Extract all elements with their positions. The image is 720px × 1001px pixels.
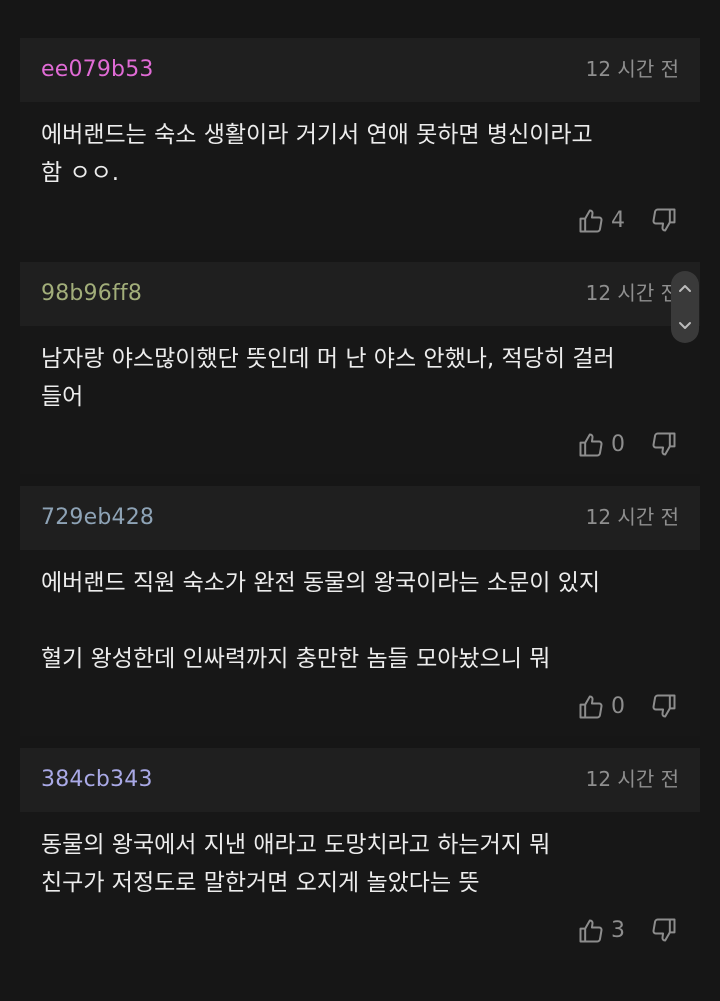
comment-text: 에버랜드는 숙소 생활이라 거기서 연애 못하면 병신이라고 함 ㅇㅇ. bbox=[20, 102, 700, 192]
scroll-navigator[interactable] bbox=[671, 271, 699, 343]
dislike-button[interactable] bbox=[650, 206, 680, 236]
comment-timestamp: 12 시간 전 bbox=[585, 767, 679, 791]
comment-actions: 3 bbox=[20, 902, 700, 960]
like-button[interactable]: 0 bbox=[577, 430, 625, 460]
comment-actions: 0 bbox=[20, 678, 700, 736]
thumbs-up-icon bbox=[577, 693, 605, 721]
comment-list: ee079b53 12 시간 전 에버랜드는 숙소 생활이라 거기서 연애 못하… bbox=[20, 0, 700, 960]
comment-text: 에버랜드 직원 숙소가 완전 동물의 왕국이라는 소문이 있지 혈기 왕성한데 … bbox=[20, 550, 700, 678]
like-count: 4 bbox=[611, 208, 625, 233]
like-count: 0 bbox=[611, 694, 625, 719]
thumbs-up-icon bbox=[577, 207, 605, 235]
thumbs-up-icon bbox=[577, 431, 605, 459]
comment-username[interactable]: 729eb428 bbox=[41, 504, 154, 532]
thumbs-down-icon bbox=[650, 430, 680, 458]
chevron-down-icon[interactable] bbox=[677, 319, 693, 331]
comment-item: 729eb428 12 시간 전 에버랜드 직원 숙소가 완전 동물의 왕국이라… bbox=[20, 486, 700, 736]
comment-username[interactable]: 98b96ff8 bbox=[41, 280, 142, 308]
dislike-button[interactable] bbox=[650, 692, 680, 722]
comment-actions: 0 bbox=[20, 416, 700, 474]
like-button[interactable]: 4 bbox=[577, 206, 625, 236]
comment-item: ee079b53 12 시간 전 에버랜드는 숙소 생활이라 거기서 연애 못하… bbox=[20, 38, 700, 250]
comment-username[interactable]: 384cb343 bbox=[41, 766, 153, 794]
dislike-button[interactable] bbox=[650, 430, 680, 460]
comment-timestamp: 12 시간 전 bbox=[585, 57, 679, 81]
thumbs-up-icon bbox=[577, 917, 605, 945]
like-button[interactable]: 3 bbox=[577, 916, 625, 946]
comment-text: 남자랑 야스많이했단 뜻인데 머 난 야스 안했나, 적당히 걸러 들어 bbox=[20, 326, 700, 416]
thumbs-down-icon bbox=[650, 206, 680, 234]
like-count: 3 bbox=[611, 918, 625, 943]
comment-username[interactable]: ee079b53 bbox=[41, 56, 154, 84]
comment-header: 729eb428 12 시간 전 bbox=[20, 486, 700, 550]
dislike-button[interactable] bbox=[650, 916, 680, 946]
comment-text: 동물의 왕국에서 지낸 애라고 도망치라고 하는거지 뭐 친구가 저정도로 말한… bbox=[20, 812, 700, 902]
comment-item: 384cb343 12 시간 전 동물의 왕국에서 지낸 애라고 도망치라고 하… bbox=[20, 748, 700, 960]
thumbs-down-icon bbox=[650, 692, 680, 720]
comment-timestamp: 12 시간 전 bbox=[585, 505, 679, 529]
like-count: 0 bbox=[611, 432, 625, 457]
comment-item: 98b96ff8 12 시간 전 남자랑 야스많이했단 뜻인데 머 난 야스 안… bbox=[20, 262, 700, 474]
comment-header: 98b96ff8 12 시간 전 bbox=[20, 262, 700, 326]
comment-header: ee079b53 12 시간 전 bbox=[20, 38, 700, 102]
thumbs-down-icon bbox=[650, 916, 680, 944]
comment-header: 384cb343 12 시간 전 bbox=[20, 748, 700, 812]
like-button[interactable]: 0 bbox=[577, 692, 625, 722]
comment-actions: 4 bbox=[20, 192, 700, 250]
chevron-up-icon[interactable] bbox=[677, 283, 693, 295]
comment-timestamp: 12 시간 전 bbox=[585, 281, 679, 305]
